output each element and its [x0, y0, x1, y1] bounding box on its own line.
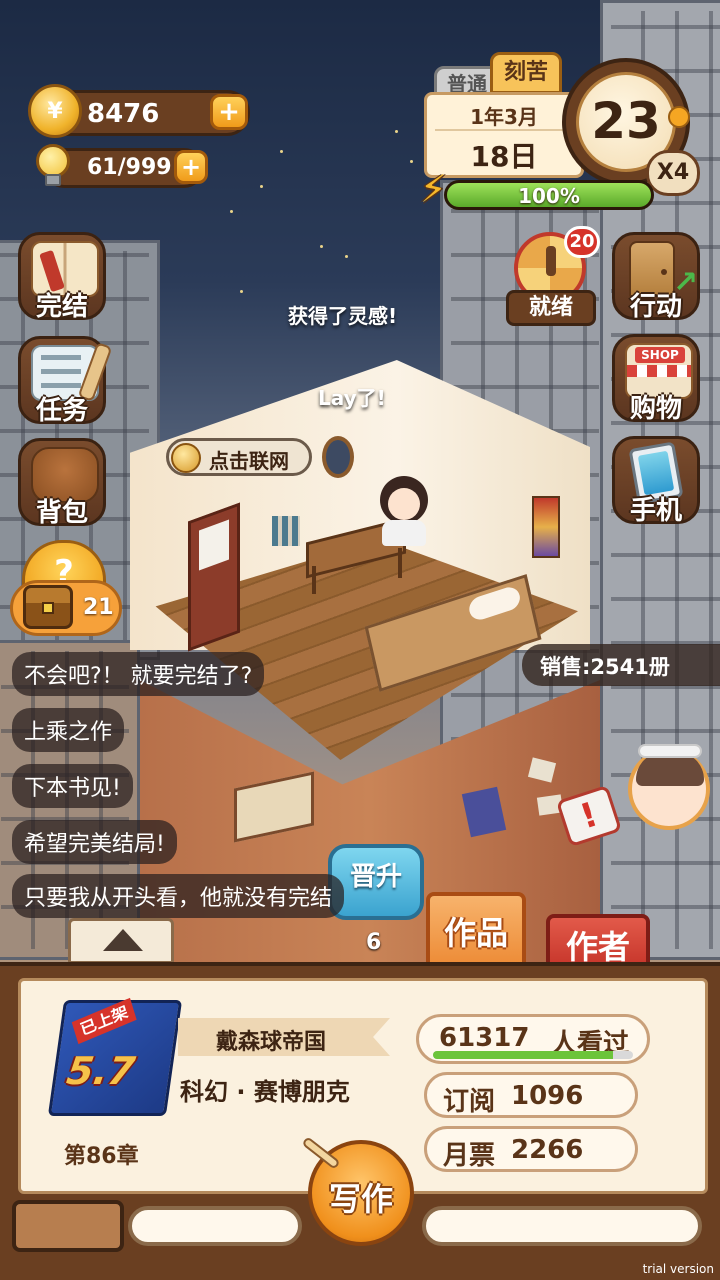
chat-message: 上乘之作	[12, 708, 125, 752]
watermark: trial version	[642, 1262, 714, 1276]
chat-message: 下本书见!	[12, 764, 133, 808]
views-progress-fill	[433, 1051, 613, 1059]
sun-icon	[668, 106, 690, 128]
float-text-lay: Lay了!	[318, 386, 386, 410]
tasks-button[interactable]: 任务	[18, 336, 113, 426]
subscriptions-label: 订阅	[443, 1087, 496, 1117]
book-status-tag: 已上架	[71, 997, 137, 1045]
book-genre: 科幻 · 赛博朋克	[180, 1078, 350, 1106]
chat-message: 只要我从开头看，他就没有完结	[12, 874, 345, 918]
lightbulb-icon	[34, 144, 72, 190]
book-shelf	[272, 516, 300, 546]
views-progress-track	[433, 1051, 633, 1059]
energy-bar: 100%	[444, 180, 654, 210]
expand-panel-button[interactable]	[68, 918, 174, 964]
editor-avatar[interactable]	[628, 744, 710, 830]
book-cover[interactable]: 已上架 5.7	[47, 997, 183, 1116]
book-chapter: 第86章	[64, 1144, 139, 1169]
backpack-button[interactable]: 背包	[18, 438, 106, 528]
connect-label: 点击联网	[209, 449, 289, 473]
wall-poster	[532, 496, 560, 558]
promote-label: 晋升	[349, 862, 402, 892]
subscriptions-stat: 订阅 1096	[424, 1072, 638, 1118]
views-stat: 61317 人看过	[416, 1014, 650, 1064]
promote-button[interactable]: 晋升	[328, 844, 424, 920]
write-label: 写作	[328, 1180, 393, 1218]
room-door	[188, 502, 240, 652]
room-window	[322, 436, 354, 478]
add-coins-button[interactable]: +	[210, 94, 248, 130]
coin-count: 8476	[87, 99, 160, 129]
coin-icon: ¥	[28, 84, 82, 138]
chat-message: 希望完美结局!	[12, 820, 177, 864]
sales-counter: 销售:2541册	[522, 644, 720, 686]
speed-button[interactable]: X4	[646, 150, 700, 196]
bottom-progress-right	[422, 1206, 702, 1246]
add-inspiration-button[interactable]: +	[174, 150, 208, 184]
treasure-count: 21	[83, 595, 114, 620]
bottom-left-slot[interactable]	[12, 1200, 124, 1252]
finish-button[interactable]: 完结	[18, 232, 106, 322]
coin-icon	[171, 443, 201, 473]
monthly-tickets-label: 月票	[443, 1141, 496, 1171]
treasure-chest-button[interactable]: 21	[10, 580, 122, 636]
subscriptions-number: 1096	[511, 1081, 584, 1111]
book-title-ribbon: 戴森球帝国	[178, 1018, 390, 1056]
sales-label: 销售:2541册	[540, 655, 670, 679]
chevron-up-icon	[103, 929, 143, 951]
float-text-inspiration: 获得了灵感!	[288, 304, 398, 328]
shop-sign: SHOP	[635, 347, 685, 363]
year-month-label: 1年3月	[470, 105, 538, 129]
inspiration-count: 61/999	[87, 155, 172, 180]
ready-label: 就绪	[506, 290, 596, 326]
book-rating: 5.7	[64, 1049, 138, 1093]
energy-percent: 100%	[518, 184, 580, 208]
lightning-icon[interactable]: ⚡	[420, 166, 460, 212]
connect-network-button[interactable]: 点击联网	[166, 438, 312, 476]
promote-count: 6	[366, 930, 382, 955]
bottom-progress-left	[128, 1206, 302, 1246]
action-button[interactable]: ↗ 行动	[612, 232, 700, 322]
views-number: 61317	[439, 1023, 530, 1053]
phone-button[interactable]: 手机	[612, 436, 700, 526]
chat-message: 不会吧?！ 就要完结了?	[12, 652, 265, 696]
ready-badge: 20	[564, 226, 600, 258]
ready-button[interactable]: 就绪 20	[506, 226, 600, 326]
book-title: 戴森球帝国	[216, 1030, 327, 1055]
mode-tab-hard[interactable]: 刻苦	[490, 52, 562, 94]
monthly-tickets-stat: 月票 2266	[424, 1126, 638, 1172]
tab-author[interactable]: 作者	[546, 914, 650, 966]
treasure-chest-icon	[23, 585, 73, 629]
monthly-tickets-number: 2266	[511, 1135, 584, 1165]
shop-button[interactable]: SHOP 购物	[612, 334, 700, 424]
character	[374, 476, 434, 546]
tab-works[interactable]: 作品	[426, 892, 526, 966]
